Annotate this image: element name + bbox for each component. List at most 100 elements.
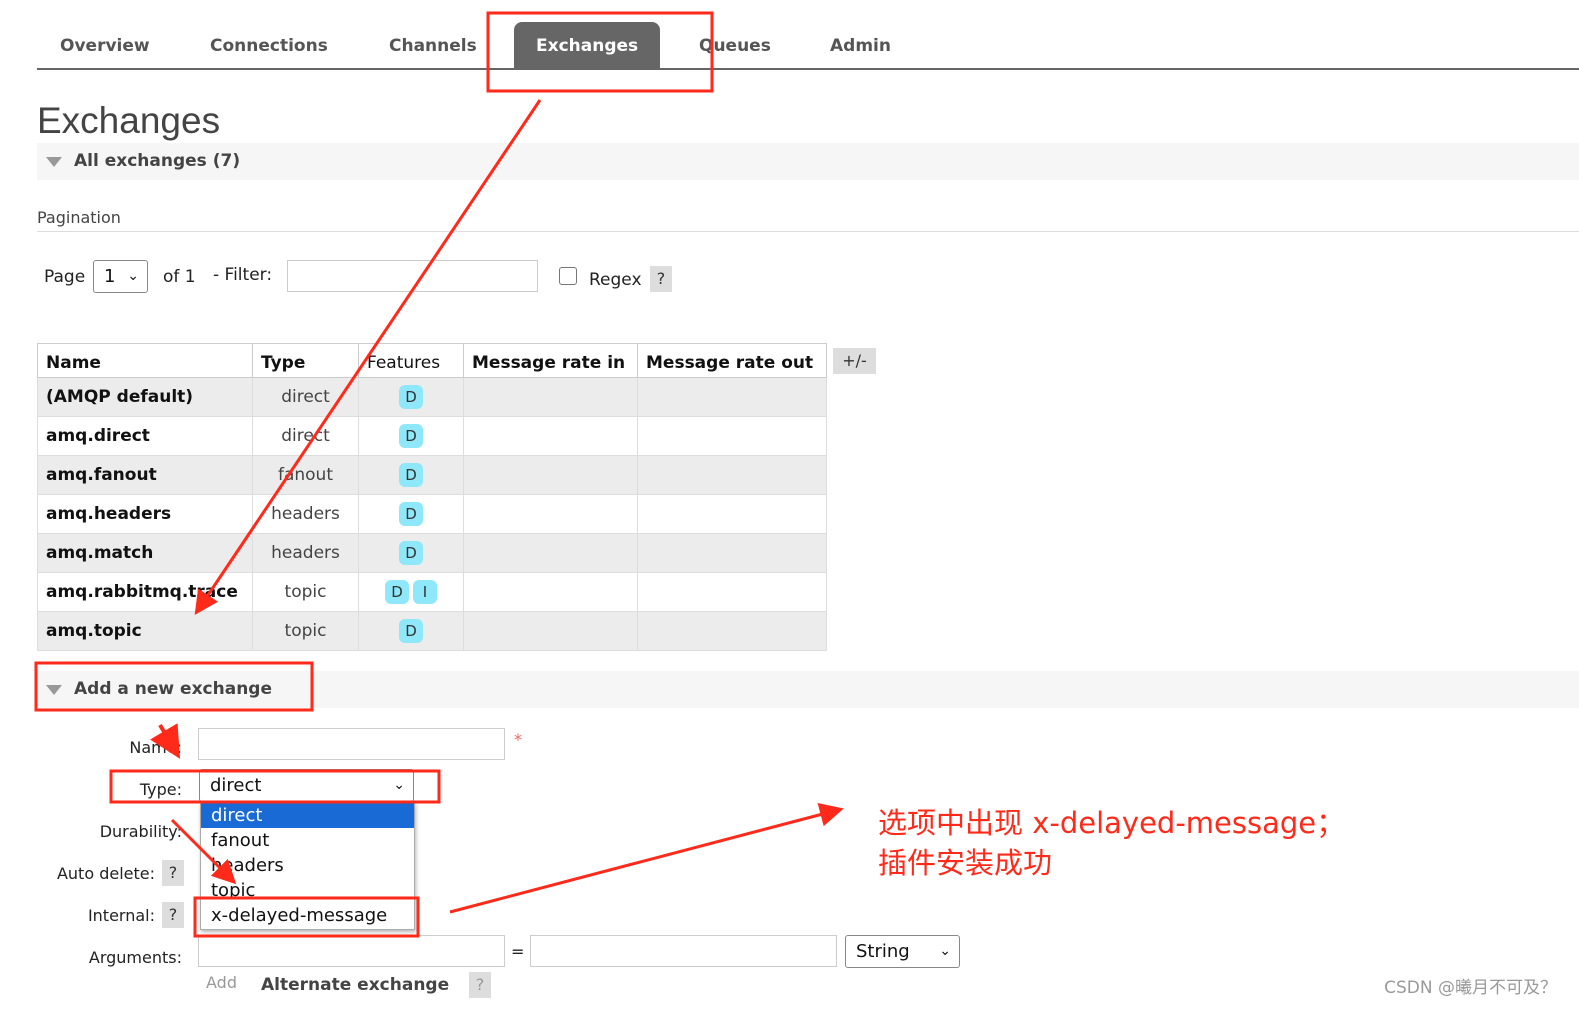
page-select[interactable]: 1 ⌄ <box>93 260 148 293</box>
internal-label: Internal: <box>87 906 155 925</box>
filter-label: - Filter: <box>213 265 273 285</box>
feature-badge: I <box>413 580 437 604</box>
column-header-rate-out[interactable]: Message rate out <box>637 343 827 378</box>
auto-delete-label: Auto delete: <box>56 864 155 883</box>
rate-in-cell <box>463 611 638 651</box>
tab-overview[interactable]: Overview <box>38 30 172 68</box>
required-marker: * <box>514 730 522 749</box>
type-option-x-delayed-message[interactable]: x-delayed-message <box>201 903 414 928</box>
exchange-type-select[interactable]: direct ⌄ <box>199 769 414 802</box>
exchange-type: headers <box>252 494 359 534</box>
page-value: 1 <box>104 266 116 287</box>
exchange-name-link[interactable]: amq.match <box>37 533 253 573</box>
type-option-fanout[interactable]: fanout <box>201 828 414 853</box>
exchange-type: direct <box>252 377 359 417</box>
page-label: Page <box>44 267 86 287</box>
argument-key-input[interactable] <box>198 935 505 967</box>
watermark: CSDN @曦月不可及？ <box>1384 978 1557 998</box>
features-cell: D <box>358 377 464 417</box>
type-option-direct[interactable]: direct <box>201 803 414 828</box>
column-header-features[interactable]: Features <box>358 343 464 378</box>
table-row: (AMQP default) direct D <box>37 377 827 417</box>
column-header-type[interactable]: Type <box>252 343 359 378</box>
pagination-label: Pagination <box>37 208 121 227</box>
alternate-exchange-help-button[interactable]: ? <box>469 972 491 998</box>
collapse-triangle-icon <box>46 157 62 167</box>
collapse-triangle-icon <box>46 685 62 695</box>
arg-type-value: String <box>856 941 910 962</box>
internal-help-button[interactable]: ? <box>162 902 184 928</box>
rate-out-cell <box>637 455 827 495</box>
regex-label: Regex <box>589 270 642 290</box>
exchange-name-link[interactable]: amq.headers <box>37 494 253 534</box>
table-row: amq.rabbitmq.trace topic D I <box>37 572 827 612</box>
rate-out-cell <box>637 377 827 417</box>
features-cell: D <box>358 494 464 534</box>
feature-badge: D <box>399 541 423 565</box>
table-row: amq.direct direct D <box>37 416 827 456</box>
equals-sign: = <box>511 942 525 961</box>
chevron-down-icon: ⌄ <box>127 268 139 284</box>
exchange-name-input[interactable] <box>198 728 505 760</box>
page-title: Exchanges <box>37 100 221 141</box>
toggle-columns-button[interactable]: +/- <box>833 348 876 374</box>
annotation-text-line1: 选项中出现 x-delayed-message； <box>878 806 1346 840</box>
auto-delete-help-button[interactable]: ? <box>162 860 184 886</box>
feature-badge: D <box>385 580 409 604</box>
column-header-name[interactable]: Name <box>37 343 253 378</box>
exchanges-table: Name Type Features Message rate in Messa… <box>37 343 827 651</box>
rate-in-cell <box>463 377 638 417</box>
tab-channels[interactable]: Channels <box>367 30 499 68</box>
exchange-name-link[interactable]: amq.topic <box>37 611 253 651</box>
rate-out-cell <box>637 611 827 651</box>
rate-in-cell <box>463 533 638 573</box>
exchange-type: topic <box>252 611 359 651</box>
of-pages-label: of 1 <box>163 267 196 287</box>
tab-exchanges[interactable]: Exchanges <box>514 22 661 68</box>
chevron-down-icon: ⌄ <box>939 943 951 959</box>
argument-value-input[interactable] <box>530 935 837 967</box>
exchange-name-link[interactable]: amq.fanout <box>37 455 253 495</box>
alternate-exchange-link[interactable]: Alternate exchange <box>261 975 449 995</box>
regex-help-button[interactable]: ? <box>650 266 672 292</box>
divider <box>37 231 1579 232</box>
rate-out-cell <box>637 416 827 456</box>
annotation-text-line2: 插件安装成功 <box>878 846 1053 880</box>
regex-checkbox[interactable] <box>559 267 577 285</box>
rate-in-cell <box>463 455 638 495</box>
type-option-topic[interactable]: topic <box>201 878 414 903</box>
tab-admin[interactable]: Admin <box>808 30 913 68</box>
type-option-headers[interactable]: headers <box>201 853 414 878</box>
all-exchanges-section-toggle[interactable]: All exchanges (7) <box>37 143 1579 180</box>
exchange-name-link[interactable]: (AMQP default) <box>37 377 253 417</box>
exchange-name-link[interactable]: amq.rabbitmq.trace <box>37 572 253 612</box>
filter-input[interactable] <box>287 260 538 292</box>
tab-connections[interactable]: Connections <box>188 30 350 68</box>
exchange-type: topic <box>252 572 359 612</box>
table-row: amq.headers headers D <box>37 494 827 534</box>
features-cell: D <box>358 416 464 456</box>
chevron-down-icon: ⌄ <box>393 777 405 793</box>
exchange-type: direct <box>252 416 359 456</box>
rate-in-cell <box>463 494 638 534</box>
section-title: All exchanges (7) <box>74 151 241 171</box>
tab-queues[interactable]: Queues <box>677 30 793 68</box>
nav-divider <box>37 68 1579 70</box>
rate-out-cell <box>637 533 827 573</box>
table-row: amq.topic topic D <box>37 611 827 651</box>
exchange-type: fanout <box>252 455 359 495</box>
type-label: Type: <box>139 780 182 799</box>
table-row: amq.fanout fanout D <box>37 455 827 495</box>
argument-type-select[interactable]: String ⌄ <box>845 935 960 968</box>
column-header-rate-in[interactable]: Message rate in <box>463 343 638 378</box>
type-dropdown-list: direct fanout headers topic x-delayed-me… <box>200 802 415 930</box>
feature-badge: D <box>399 619 423 643</box>
features-cell: D <box>358 611 464 651</box>
features-cell: D <box>358 455 464 495</box>
add-exchange-section-toggle[interactable]: Add a new exchange <box>37 671 1579 708</box>
feature-badge: D <box>399 463 423 487</box>
arrow <box>449 802 844 914</box>
features-cell: DI <box>358 572 464 612</box>
add-argument-link[interactable]: Add <box>206 973 237 992</box>
exchange-name-link[interactable]: amq.direct <box>37 416 253 456</box>
